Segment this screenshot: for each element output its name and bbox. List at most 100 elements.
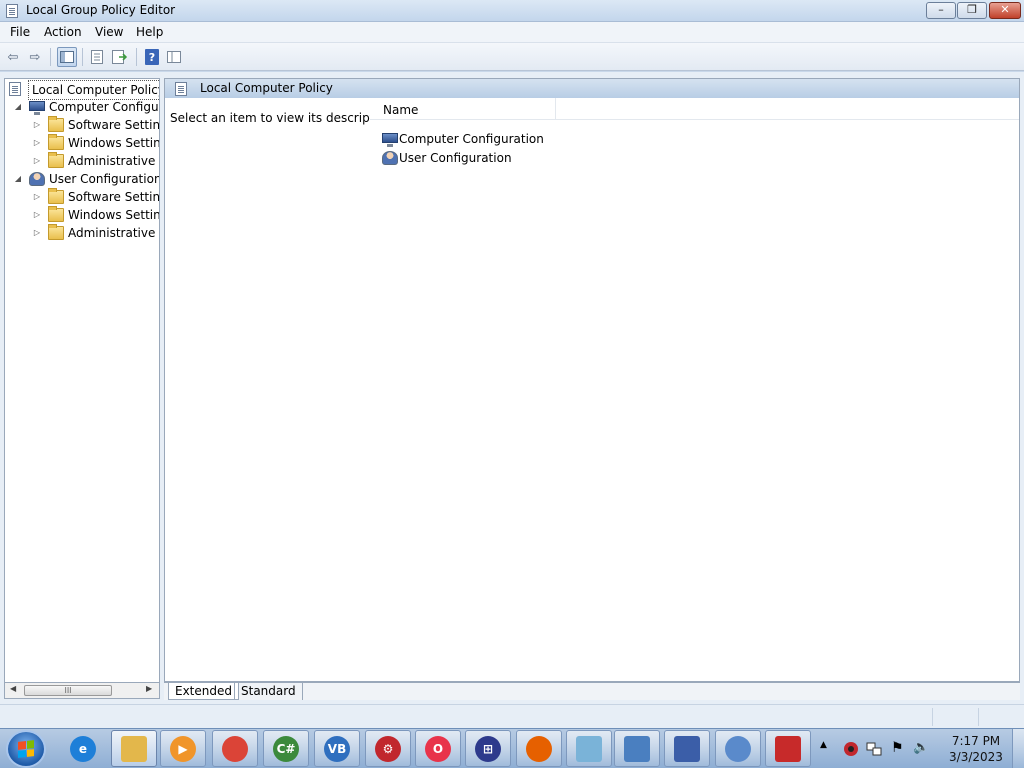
menu-bar: File Action View Help — [0, 22, 1024, 43]
properties-icon[interactable] — [87, 47, 107, 67]
network-icon[interactable] — [866, 741, 882, 768]
column-header-name[interactable]: Name — [370, 98, 556, 120]
expand-icon[interactable]: ▷ — [32, 134, 42, 152]
tab-standard[interactable]: Standard — [234, 683, 303, 700]
folder-icon — [48, 206, 64, 222]
taskbar-app-button[interactable] — [614, 730, 660, 767]
taskbar-app-button[interactable] — [765, 730, 811, 767]
title-bar: Local Group Policy Editor – ❐ ✕ — [0, 0, 1024, 22]
policy-icon — [9, 82, 21, 96]
clock[interactable]: 7:17 PM 3/3/2023 — [946, 733, 1006, 765]
tree-item-label: Windows Setting: — [68, 136, 160, 150]
computer-icon — [382, 133, 398, 147]
taskbar-app-button[interactable] — [212, 730, 258, 767]
taskbar-app-button[interactable]: ▶ — [160, 730, 206, 767]
console-tree: Local Computer Policy ◢ Computer Configu… — [4, 78, 160, 699]
status-divider — [978, 708, 979, 726]
windows-store-icon: ⊞ — [475, 735, 501, 762]
menu-help[interactable]: Help — [136, 25, 163, 39]
folder-icon — [48, 152, 64, 168]
file-explorer-icon — [121, 735, 147, 762]
tree-horizontal-scrollbar[interactable]: ◀ III ▶ — [4, 682, 160, 699]
export-list-icon[interactable] — [110, 47, 130, 67]
media-player-icon: ▶ — [170, 735, 196, 762]
chrome-icon — [222, 735, 248, 762]
status-bar — [0, 704, 1024, 728]
tree-item-label: Computer Configura — [49, 100, 160, 114]
taskbar-app-button[interactable]: VB — [314, 730, 360, 767]
tree-item-label: Administrative Te — [68, 154, 159, 168]
toolbox-icon — [775, 735, 801, 762]
tree-root-label: Local Computer Policy — [28, 80, 159, 100]
menu-view[interactable]: View — [95, 25, 123, 39]
clock-date: 3/3/2023 — [949, 750, 1003, 764]
maximize-button[interactable]: ❐ — [957, 2, 987, 19]
opera-icon: O — [425, 735, 451, 762]
taskbar-app-button[interactable]: ⚙ — [365, 730, 411, 767]
gear-app-icon: ⚙ — [375, 735, 401, 762]
collapse-icon[interactable]: ◢ — [13, 170, 23, 188]
tree-item-label: Software Settings — [68, 118, 160, 132]
scroll-thumb[interactable]: III — [24, 685, 112, 696]
expand-icon[interactable]: ▷ — [32, 188, 42, 206]
toolbar: ⇦ ⇨ ? — [0, 43, 1024, 71]
view-tabs: Extended Standard — [164, 682, 1020, 700]
view-icon[interactable] — [164, 47, 184, 67]
expand-icon[interactable]: ▷ — [32, 116, 42, 134]
details-pane: Local Computer Policy Select an item to … — [164, 78, 1020, 682]
user-icon — [382, 151, 398, 165]
description-text: Select an item to view its description. — [170, 111, 397, 125]
scroll-left-icon[interactable]: ◀ — [10, 684, 16, 693]
list-item-label: Computer Configuration — [399, 132, 544, 146]
taskbar-app-button[interactable] — [715, 730, 761, 767]
start-button[interactable] — [6, 730, 46, 768]
taskbar-app-button[interactable] — [566, 730, 612, 767]
minimize-button[interactable]: – — [926, 2, 956, 19]
window-title: Local Group Policy Editor — [26, 3, 176, 17]
tree-item-label: Administrative Te — [68, 226, 159, 240]
toolbar-separator — [136, 48, 137, 66]
toolbar-separator — [50, 48, 51, 66]
policy-icon — [175, 82, 187, 96]
show-hidden-icons-arrow-icon[interactable]: ▲ — [820, 740, 827, 768]
folder-icon — [48, 116, 64, 132]
action-center-flag-icon[interactable]: ⚑ — [891, 740, 904, 768]
taskbar-app-button[interactable]: ⊞ — [465, 730, 511, 767]
back-arrow-icon[interactable]: ⇦ — [3, 47, 23, 67]
computer-icon — [29, 101, 45, 115]
taskbar-app-button[interactable]: O — [415, 730, 461, 767]
toolbar-separator — [82, 48, 83, 66]
folder-icon — [48, 188, 64, 204]
menu-action[interactable]: Action — [44, 25, 82, 39]
clock-time: 7:17 PM — [951, 734, 1001, 748]
show-desktop-button[interactable] — [1012, 729, 1024, 768]
tree-item-label: User Configuration — [49, 172, 160, 186]
list-item-label: User Configuration — [399, 151, 512, 165]
expand-icon[interactable]: ▷ — [32, 224, 42, 242]
forward-arrow-icon[interactable]: ⇨ — [25, 47, 45, 67]
taskbar-app-button[interactable]: C# — [263, 730, 309, 767]
collapse-icon[interactable]: ◢ — [13, 98, 23, 116]
remote-desktop-icon — [674, 735, 700, 762]
expand-icon[interactable]: ▷ — [32, 152, 42, 170]
tray-app-icon[interactable] — [843, 741, 859, 768]
expand-icon[interactable]: ▷ — [32, 206, 42, 224]
taskbar-app-button[interactable]: e — [60, 730, 106, 767]
show-hide-console-tree-icon[interactable] — [57, 47, 77, 67]
taskbar-app-button[interactable] — [111, 730, 157, 767]
folder-icon — [48, 134, 64, 150]
policy-app-icon — [6, 4, 18, 18]
tree-item-label: Software Settings — [68, 190, 160, 204]
taskbar-app-button[interactable] — [516, 730, 562, 767]
taskbar-app-button[interactable] — [664, 730, 710, 767]
taskbar: e ▶ C# VB ⚙ O ⊞ ▲ ⚑ 🔈 7:17 PM 3/3/2023 — [0, 728, 1024, 768]
menu-file[interactable]: File — [10, 25, 30, 39]
close-button[interactable]: ✕ — [989, 2, 1021, 19]
scroll-right-icon[interactable]: ▶ — [146, 684, 152, 693]
status-divider — [932, 708, 933, 726]
client-area: Local Computer Policy ◢ Computer Configu… — [0, 72, 1024, 730]
details-header: Local Computer Policy — [165, 79, 1019, 98]
help-icon[interactable]: ? — [145, 49, 159, 65]
volume-icon[interactable]: 🔈 — [913, 740, 929, 768]
tab-extended[interactable]: Extended — [168, 683, 239, 700]
